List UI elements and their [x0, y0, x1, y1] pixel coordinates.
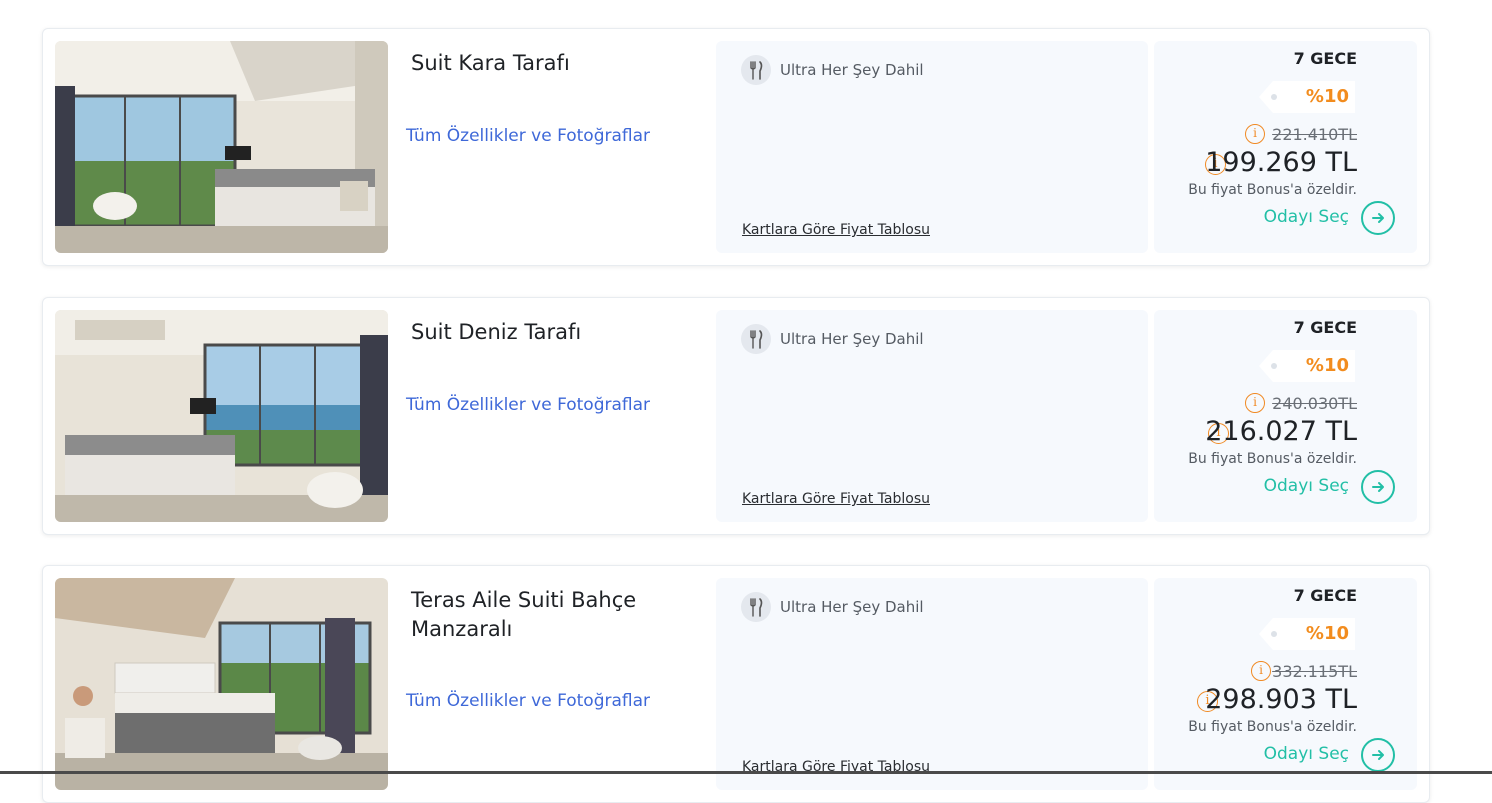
- features-photos-link[interactable]: Tüm Özellikler ve Fotoğraflar: [406, 691, 650, 711]
- fork-knife-icon: [741, 592, 771, 622]
- room-card: Teras Aile Suiti Bahçe Manzaralı Tüm Öze…: [42, 565, 1430, 803]
- price-table-link[interactable]: Kartlara Göre Fiyat Tablosu: [742, 491, 930, 507]
- select-room-button[interactable]: Odayı Seç: [1255, 738, 1395, 772]
- features-photos-link[interactable]: Tüm Özellikler ve Fotoğraflar: [406, 395, 650, 415]
- select-room-label: Odayı Seç: [1263, 207, 1349, 227]
- board-info-panel: Ultra Her Şey Dahil Kartlara Göre Fiyat …: [716, 41, 1148, 253]
- fork-knife-icon: [741, 55, 771, 85]
- room-photo-image: [55, 578, 388, 790]
- fork-knife-icon: [741, 324, 771, 354]
- room-photo[interactable]: [55, 578, 388, 790]
- nights-count: 7 GECE: [1293, 49, 1357, 68]
- tag-hole: [1271, 94, 1277, 100]
- tag-hole: [1271, 631, 1277, 637]
- nights-count: 7 GECE: [1293, 318, 1357, 337]
- room-card: Suit Deniz Tarafı Tüm Özellikler ve Foto…: [42, 297, 1430, 535]
- arrow-right-icon: [1361, 738, 1395, 772]
- select-room-label: Odayı Seç: [1263, 744, 1349, 764]
- price-table-link[interactable]: Kartlara Göre Fiyat Tablosu: [742, 222, 930, 238]
- price-panel: 7 GECE %10 i 240.030TL i 216.027 TL Bu f…: [1154, 310, 1417, 522]
- arrow-right-icon: [1361, 470, 1395, 504]
- current-price: 199.269 TL: [1205, 147, 1357, 178]
- bonus-note: Bu fiyat Bonus'a özeldir.: [1188, 182, 1357, 198]
- discount-percent: %10: [1305, 86, 1349, 107]
- room-name: Suit Kara Tarafı: [411, 51, 570, 75]
- room-photo[interactable]: [55, 41, 388, 253]
- old-price: 332.115TL: [1272, 662, 1357, 681]
- tag-hole: [1271, 363, 1277, 369]
- room-photo-image: [55, 310, 388, 522]
- arrow-right-icon: [1361, 201, 1395, 235]
- board-type-label: Ultra Her Şey Dahil: [780, 598, 924, 616]
- select-room-button[interactable]: Odayı Seç: [1255, 470, 1395, 504]
- discount-tag: %10: [1259, 618, 1355, 650]
- discount-tag: %10: [1259, 81, 1355, 113]
- board-info-panel: Ultra Her Şey Dahil Kartlara Göre Fiyat …: [716, 578, 1148, 790]
- room-name: Suit Deniz Tarafı: [411, 320, 582, 344]
- room-photo[interactable]: [55, 310, 388, 522]
- info-icon[interactable]: i: [1245, 393, 1265, 413]
- info-icon[interactable]: i: [1245, 124, 1265, 144]
- old-price: 240.030TL: [1272, 394, 1357, 413]
- current-price: 298.903 TL: [1205, 684, 1357, 715]
- select-room-button[interactable]: Odayı Seç: [1255, 201, 1395, 235]
- price-panel: 7 GECE %10 i 332.115TL i 298.903 TL Bu f…: [1154, 578, 1417, 790]
- bonus-note: Bu fiyat Bonus'a özeldir.: [1188, 451, 1357, 467]
- current-price: 216.027 TL: [1205, 416, 1357, 447]
- board-info-panel: Ultra Her Şey Dahil Kartlara Göre Fiyat …: [716, 310, 1148, 522]
- features-photos-link[interactable]: Tüm Özellikler ve Fotoğraflar: [406, 126, 650, 146]
- bonus-note: Bu fiyat Bonus'a özeldir.: [1188, 719, 1357, 735]
- board-type-label: Ultra Her Şey Dahil: [780, 61, 924, 79]
- discount-percent: %10: [1305, 623, 1349, 644]
- board-type-label: Ultra Her Şey Dahil: [780, 330, 924, 348]
- room-card: Suit Kara Tarafı Tüm Özellikler ve Fotoğ…: [42, 28, 1430, 266]
- nights-count: 7 GECE: [1293, 586, 1357, 605]
- discount-percent: %10: [1305, 355, 1349, 376]
- price-panel: 7 GECE %10 i 221.410TL i 199.269 TL Bu f…: [1154, 41, 1417, 253]
- discount-tag: %10: [1259, 350, 1355, 382]
- info-icon[interactable]: i: [1251, 661, 1271, 681]
- room-photo-image: [55, 41, 388, 253]
- select-room-label: Odayı Seç: [1263, 476, 1349, 496]
- old-price: 221.410TL: [1272, 125, 1357, 144]
- room-name: Teras Aile Suiti Bahçe Manzaralı: [411, 588, 637, 641]
